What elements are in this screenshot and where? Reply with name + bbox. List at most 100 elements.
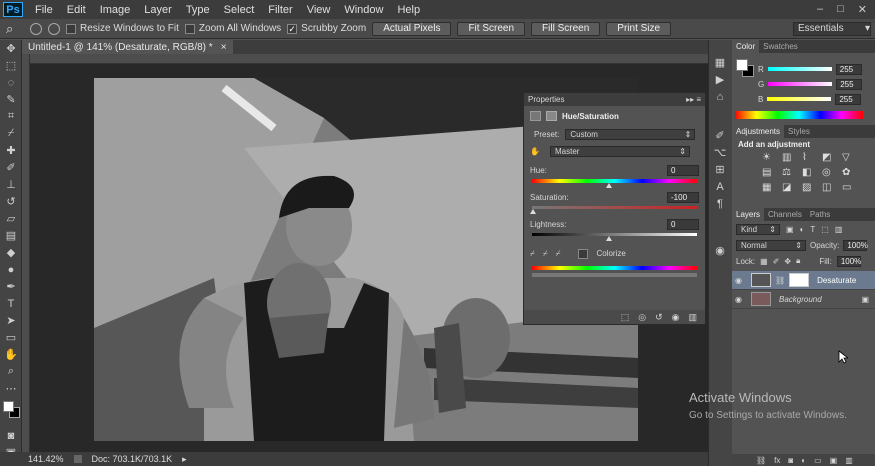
close-button[interactable]: ✕ [858, 3, 867, 16]
info-icon[interactable]: ◉ [709, 242, 731, 259]
zoom-tool-icon[interactable]: ⌕ [0, 363, 22, 380]
new-layer-icon[interactable]: ▣ [830, 456, 838, 465]
fill-input[interactable]: 100% [836, 255, 861, 267]
red-slider[interactable] [767, 67, 832, 71]
add-mask-icon[interactable]: ◙ [788, 456, 793, 465]
blue-slider[interactable] [767, 97, 832, 101]
adjustment-filter-icon[interactable]: ◐ [800, 225, 805, 234]
minimize-button[interactable]: – [817, 3, 823, 16]
path-select-icon[interactable]: ➤ [0, 312, 22, 329]
new-group-icon[interactable]: ▭ [814, 456, 822, 465]
brightness-icon[interactable]: ☀ [762, 152, 778, 163]
targeted-adjust-icon[interactable]: ✋ [530, 147, 544, 156]
lightness-slider[interactable] [524, 233, 705, 241]
hue-input[interactable]: 0 [667, 165, 699, 176]
levels-icon[interactable]: ▥ [782, 152, 798, 163]
eraser-tool-icon[interactable]: ▱ [0, 210, 22, 227]
document-tab[interactable]: Untitled-1 @ 141% (Desaturate, RGB/8) * … [22, 40, 233, 54]
layer-row-desaturate[interactable]: ◉ ⛓ Desaturate [732, 271, 875, 290]
properties-header[interactable]: Properties ▸▸ ≡ [524, 93, 705, 106]
tab-styles[interactable]: Styles [784, 125, 814, 138]
menu-window[interactable]: Window [337, 4, 390, 16]
edit-toolbar-icon[interactable]: ⋯ [0, 380, 22, 397]
resize-windows-checkbox[interactable]: Resize Windows to Fit [66, 23, 179, 34]
history-icon[interactable]: ▦ [709, 54, 731, 71]
status-arrow-icon[interactable] [73, 455, 82, 463]
trash-icon[interactable]: ▥ [688, 312, 697, 323]
eyedropper-plus-icon[interactable]: ⌿ [543, 249, 548, 259]
quick-select-tool-icon[interactable]: ✎ [0, 91, 22, 108]
layer-comps-icon[interactable]: ⌂ [709, 88, 731, 105]
fx-icon[interactable]: fx [774, 456, 780, 465]
crop-tool-icon[interactable]: ⌗ [0, 108, 22, 125]
tab-color[interactable]: Color [732, 40, 760, 53]
close-tab-icon[interactable]: × [221, 42, 227, 53]
paragraph-icon[interactable]: ¶ [709, 195, 731, 212]
visibility-eye-icon[interactable]: ◉ [735, 276, 747, 285]
clip-to-layer-icon[interactable]: ⬚ [621, 312, 630, 323]
shape-filter-icon[interactable]: ⬚ [821, 225, 829, 234]
hue-slider[interactable] [524, 179, 705, 188]
checkmark-icon[interactable]: ✓ [287, 23, 298, 34]
menu-type[interactable]: Type [179, 4, 217, 16]
move-tool-icon[interactable]: ✥ [0, 40, 22, 57]
workspace-switcher[interactable]: Essentials ▾ [793, 21, 871, 36]
menu-filter[interactable]: Filter [261, 4, 299, 16]
blue-input[interactable]: 255 [835, 93, 862, 105]
link-layers-icon[interactable]: ⛓ [756, 456, 766, 465]
status-menu-icon[interactable]: ▸ [182, 454, 187, 465]
dodge-tool-icon[interactable]: ● [0, 261, 22, 278]
history-brush-icon[interactable]: ↺ [0, 193, 22, 210]
channel-mixer-icon[interactable]: ✿ [842, 167, 858, 178]
layer-name[interactable]: Background [779, 295, 822, 304]
visibility-icon[interactable]: ◉ [672, 312, 680, 323]
menu-file[interactable]: File [28, 4, 60, 16]
actions-icon[interactable]: ▶ [709, 71, 731, 88]
zoom-out-icon[interactable] [48, 22, 60, 35]
menu-view[interactable]: View [300, 4, 338, 16]
blur-tool-icon[interactable]: ◆ [0, 244, 22, 261]
tab-adjustments[interactable]: Adjustments [732, 125, 785, 138]
channel-dropdown[interactable]: Master ⇕ [550, 146, 690, 157]
eyedropper-tool-icon[interactable]: ⌿ [0, 125, 22, 142]
menu-image[interactable]: Image [93, 4, 138, 16]
view-previous-icon[interactable]: ◎ [638, 312, 646, 323]
layer-row-background[interactable]: ◉ Background ▣ [732, 290, 875, 309]
scrubby-zoom-checkbox[interactable]: ✓ Scrubby Zoom [287, 23, 366, 34]
tab-layers[interactable]: Layers [732, 208, 765, 221]
type-tool-icon[interactable]: T [0, 295, 22, 312]
chain-icon[interactable]: ⛓ [775, 276, 785, 285]
menu-layer[interactable]: Layer [137, 4, 179, 16]
color-swatches[interactable] [0, 397, 21, 427]
clone-stamp-icon[interactable]: ⊥ [0, 176, 22, 193]
zoom-tool-icon[interactable]: ⌕ [6, 21, 24, 37]
quick-mask-icon[interactable]: ◙ [0, 427, 22, 444]
zoom-all-windows-checkbox[interactable]: Zoom All Windows [184, 23, 281, 34]
lock-all-icon[interactable]: 🔒︎ [796, 256, 800, 266]
lasso-tool-icon[interactable]: ◌ [0, 74, 22, 91]
lightness-input[interactable]: 0 [667, 219, 699, 230]
saturation-slider[interactable] [524, 206, 705, 214]
hue-saturation-icon[interactable]: ▤ [762, 167, 778, 178]
preset-dropdown[interactable]: Custom ⇕ [565, 129, 696, 140]
photo-filter-icon[interactable]: ◎ [822, 167, 838, 178]
red-input[interactable]: 255 [835, 63, 862, 75]
menu-help[interactable]: Help [390, 4, 427, 16]
menu-select[interactable]: Select [217, 4, 262, 16]
layer-name[interactable]: Desaturate [817, 276, 856, 285]
maximize-button[interactable]: □ [837, 3, 844, 16]
eyedropper-icon[interactable]: ⌿ [530, 249, 535, 259]
actual-pixels-button[interactable]: Actual Pixels [372, 21, 452, 36]
reset-icon[interactable]: ↺ [655, 312, 663, 323]
lock-move-icon[interactable]: ✥ [784, 257, 791, 266]
healing-brush-icon[interactable]: ✚ [0, 142, 22, 159]
hand-tool-icon[interactable]: ✋ [0, 346, 22, 363]
smart-filter-icon[interactable]: ▥ [835, 225, 843, 234]
new-adjustment-icon[interactable]: ◐ [801, 456, 806, 465]
saturation-input[interactable]: -100 [667, 192, 699, 203]
menu-edit[interactable]: Edit [60, 4, 93, 16]
character-icon[interactable]: A [709, 178, 731, 195]
tool-presets-icon[interactable]: ✐ [709, 127, 731, 144]
layer-mask-thumbnail[interactable] [789, 273, 810, 287]
green-input[interactable]: 255 [836, 78, 863, 90]
